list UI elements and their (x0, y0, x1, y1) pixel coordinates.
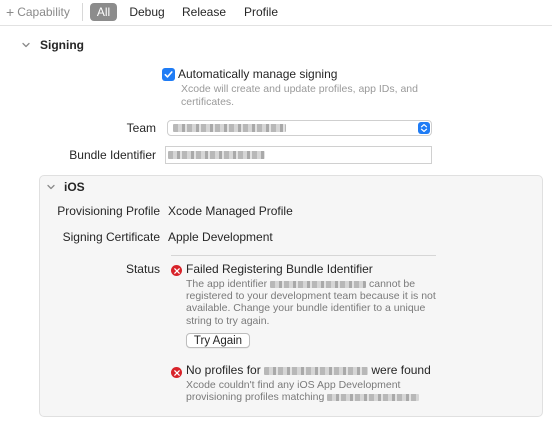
error-title-no-profiles: No profiles for were found (186, 363, 431, 377)
ios-section-title: iOS (64, 180, 85, 194)
signing-disclosure-icon[interactable] (21, 40, 31, 50)
app-identifier-redacted (270, 280, 367, 288)
bundle-identifier-field[interactable] (165, 146, 432, 164)
signing-certificate-value: Apple Development (168, 230, 273, 244)
capability-toolbar: + Capability All Debug Release Profile (0, 0, 552, 26)
plus-icon: + (6, 4, 15, 20)
try-again-button[interactable]: Try Again (186, 333, 250, 348)
team-value-redacted (173, 124, 286, 132)
bundle-identifier-value-redacted (168, 151, 265, 159)
profile-match-redacted (327, 393, 420, 401)
bundle-identifier-label: Bundle Identifier (69, 148, 156, 162)
error-title-prefix: No profiles for (186, 363, 261, 377)
ios-disclosure-icon[interactable] (46, 182, 56, 192)
error-title-suffix: were found (371, 363, 431, 377)
add-capability-button[interactable]: + Capability (6, 4, 70, 20)
error-body-rest: registered to your development team beca… (186, 290, 436, 327)
team-label: Team (126, 121, 156, 135)
auto-manage-signing-label[interactable]: Automatically manage signing (178, 67, 337, 81)
signing-certificate-label: Signing Certificate (62, 230, 160, 244)
tab-profile[interactable]: Profile (238, 3, 284, 21)
checkmark-icon (164, 71, 173, 78)
signing-section-title: Signing (40, 38, 84, 52)
status-label: Status (125, 262, 160, 276)
team-popup[interactable] (167, 120, 432, 136)
error-title-registering: Failed Registering Bundle Identifier (186, 262, 373, 276)
popup-stepper-icon (418, 122, 430, 134)
error-icon (171, 367, 182, 378)
provisioning-profile-value: Xcode Managed Profile (168, 204, 293, 218)
tab-release[interactable]: Release (178, 3, 230, 21)
error-icon (171, 265, 182, 276)
tab-all[interactable]: All (90, 3, 117, 21)
toolbar-divider (82, 3, 83, 21)
error-body-no-profiles: Xcode couldn't find any iOS App Developm… (186, 379, 438, 403)
status-divider (171, 255, 436, 256)
tab-debug[interactable]: Debug (125, 3, 169, 21)
bundle-id-redacted (264, 366, 369, 375)
error-body-registering: The app identifier cannot be registered … (186, 278, 438, 327)
provisioning-profile-label: Provisioning Profile (57, 204, 160, 218)
error-body-prefix: The app identifier (186, 278, 268, 290)
auto-manage-signing-checkbox[interactable] (162, 68, 175, 81)
auto-manage-signing-hint: Xcode will create and update profiles, a… (181, 83, 418, 108)
add-capability-label: Capability (17, 5, 70, 19)
error-body-suffix: cannot be (368, 278, 416, 290)
